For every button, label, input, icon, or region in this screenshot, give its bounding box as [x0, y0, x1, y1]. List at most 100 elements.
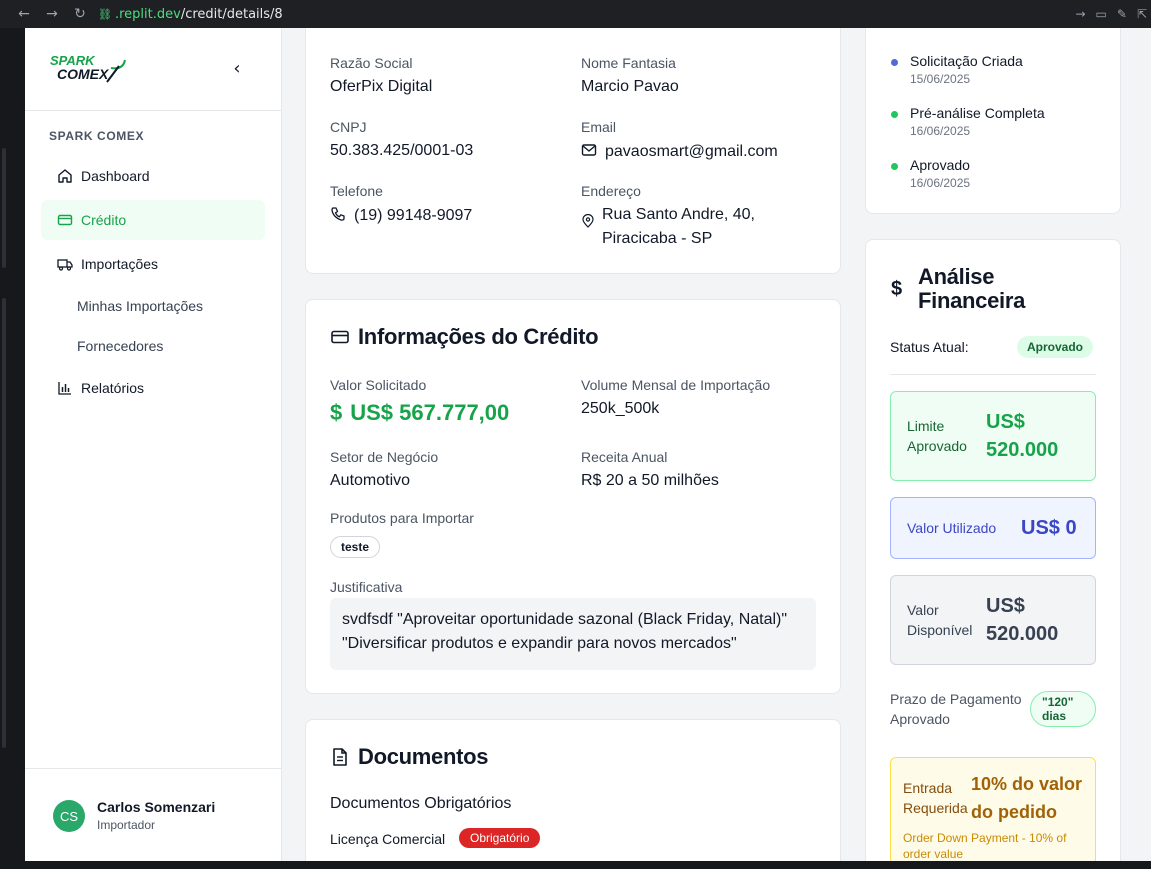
window-edge	[2, 148, 6, 268]
sidebar-item-label: Importações	[81, 256, 159, 272]
limite-label-line: Limite	[907, 418, 945, 434]
limite-label-line: Aprovado	[907, 438, 967, 454]
cnpj-label: CNPJ	[330, 119, 367, 135]
link-icon: ⛓	[98, 7, 112, 21]
financial-analysis-card: $ Análise Financeira Status Atual: Aprov…	[865, 239, 1121, 861]
home-icon	[58, 169, 72, 183]
dollar-icon: $	[330, 400, 343, 425]
avatar[interactable]: CS	[53, 800, 85, 832]
monitor-icon[interactable]: ▭	[1096, 7, 1107, 21]
razao-social-label: Razão Social	[330, 55, 413, 71]
entrada-requerida-label: Entrada Requerida	[903, 778, 968, 818]
sidebar-subitem-minhas-importacoes[interactable]: Minhas Importações	[77, 298, 203, 314]
user-role: Importador	[97, 818, 156, 832]
sidebar-item-label: Crédito	[81, 212, 127, 228]
limite-aprovado-label: Limite Aprovado	[907, 416, 967, 456]
email-label: Email	[581, 119, 617, 135]
timeline-item-date: 15/06/2025	[910, 72, 971, 86]
entrada-value-line: 10% do valor	[971, 774, 1083, 794]
prazo-pagamento-label: Prazo de Pagamento Aprovado	[890, 689, 1022, 729]
prazo-label-line: Aprovado	[890, 711, 950, 727]
valor-solicitado-value: $ US$ 567.777,00	[330, 400, 509, 426]
disponivel-value-line: 520.000	[986, 623, 1059, 645]
map-pin-icon	[582, 214, 594, 228]
timeline-card: Solicitação Criada 15/06/2025 Pré-anális…	[865, 28, 1121, 214]
volume-mensal-label: Volume Mensal de Importação	[581, 377, 771, 393]
nome-fantasia-value: Marcio Pavao	[581, 78, 679, 95]
documents-title-text: Documentos	[358, 744, 489, 769]
chevron-left-icon[interactable]: ‹	[227, 60, 247, 80]
app-window: SPARK COMEX ‹ SPARK COMEX Dashboard Créd…	[25, 28, 1151, 861]
disponivel-label-line: Valor	[907, 602, 939, 618]
sidebar-subitem-fornecedores[interactable]: Fornecedores	[77, 338, 163, 354]
sidebar: SPARK COMEX ‹ SPARK COMEX Dashboard Créd…	[25, 28, 282, 861]
financial-analysis-title-line2: Financeira	[918, 288, 1026, 313]
url-path: /credit/details/8	[180, 6, 283, 22]
valor-solicitado-label: Valor Solicitado	[330, 377, 427, 393]
justificativa-line1: svdfsdf "Aproveitar oportunidade sazonal…	[342, 611, 788, 628]
justificativa-box: svdfsdf "Aproveitar oportunidade sazonal…	[330, 598, 816, 670]
truck-icon	[57, 259, 73, 271]
timeline-item-title: Solicitação Criada	[910, 53, 1023, 69]
entrada-note-line: Order Down Payment - 10% of	[903, 831, 1067, 845]
divider	[890, 374, 1096, 375]
valor-utilizado-value: US$ 0	[1021, 517, 1077, 539]
justificativa-line2: "Diversificar produtos e expandir para n…	[342, 635, 737, 652]
produto-tag: teste	[330, 536, 381, 558]
credit-info-card: Informações do Crédito Valor Solicitado …	[305, 299, 841, 694]
phone-icon	[331, 207, 345, 221]
url-host: .replit.dev	[114, 6, 181, 22]
entrada-requerida-note: Order Down Payment - 10% of order value	[903, 830, 1066, 861]
entrada-label-line: Entrada	[903, 780, 953, 796]
go-icon[interactable]: →	[1075, 7, 1085, 21]
sidebar-item-relatorios[interactable]: Relatórios	[41, 368, 265, 408]
limite-aprovado-value: US$ 520.000	[986, 408, 1058, 464]
nome-fantasia-label: Nome Fantasia	[581, 55, 676, 71]
sidebar-item-credito[interactable]: Crédito	[41, 200, 265, 240]
document-item-label: Licença Comercial	[330, 831, 446, 847]
external-link-icon[interactable]: ⇱	[1137, 7, 1147, 21]
credit-info-title-text: Informações do Crédito	[358, 324, 599, 349]
user-name: Carlos Somenzari	[97, 799, 216, 815]
setor-value: Automotivo	[330, 472, 411, 489]
prazo-value-line: dias	[1042, 709, 1067, 723]
sidebar-item-label: Relatórios	[81, 380, 145, 396]
sidebar-item-dashboard[interactable]: Dashboard	[41, 156, 265, 196]
timeline-item-date: 16/06/2025	[910, 124, 971, 138]
divider	[25, 768, 281, 769]
document-required-badge: Obrigatório	[459, 828, 541, 848]
spark-comex-logo[interactable]: SPARK COMEX	[49, 52, 129, 86]
divider	[25, 110, 281, 111]
limite-value-line: US$	[986, 411, 1025, 433]
prazo-label-line: Prazo de Pagamento	[890, 691, 1022, 707]
back-icon[interactable]: ←	[10, 6, 38, 22]
reload-icon[interactable]: ↻	[66, 6, 94, 22]
setor-label: Setor de Negócio	[330, 449, 439, 465]
timeline-item-title: Aprovado	[910, 157, 970, 173]
address-bar[interactable]: ⛓ .replit.dev /credit/details/8	[98, 7, 283, 22]
valor-disponivel-label: Valor Disponível	[907, 600, 972, 640]
forward-icon[interactable]: →	[38, 6, 66, 22]
documents-card: Documentos Documentos Obrigatórios Licen…	[305, 719, 841, 861]
endereco-label: Endereço	[581, 183, 641, 199]
email-value: pavaosmart@gmail.com	[581, 142, 778, 161]
produtos-label: Produtos para Importar	[330, 510, 474, 526]
valor-disponivel-value: US$ 520.000	[986, 592, 1058, 648]
browser-toolbar: ← → ↻ ⛓ .replit.dev /credit/details/8 → …	[0, 0, 1151, 28]
entrada-note-line: order value	[903, 847, 964, 861]
file-text-icon	[333, 748, 347, 766]
justificativa-label: Justificativa	[330, 579, 403, 595]
entrada-requerida-value: 10% do valor do pedido	[971, 770, 1082, 826]
endereco-line1: Rua Santo Andre, 40,	[602, 206, 755, 223]
cnpj-value: 50.383.425/0001-03	[330, 142, 474, 159]
razao-social-value: OferPix Digital	[330, 78, 433, 95]
financial-analysis-title-line1: Análise	[918, 264, 995, 289]
window-bottom-edge	[0, 861, 1151, 869]
credit-card-icon	[331, 330, 349, 344]
sidebar-item-importacoes[interactable]: Importações	[41, 244, 265, 284]
documents-title: Documentos	[330, 744, 489, 770]
svg-text:COMEX: COMEX	[57, 66, 110, 82]
sidebar-section-title: SPARK COMEX	[49, 129, 145, 143]
status-badge: Aprovado	[1017, 336, 1094, 358]
wrench-icon[interactable]: ✎	[1117, 7, 1127, 21]
